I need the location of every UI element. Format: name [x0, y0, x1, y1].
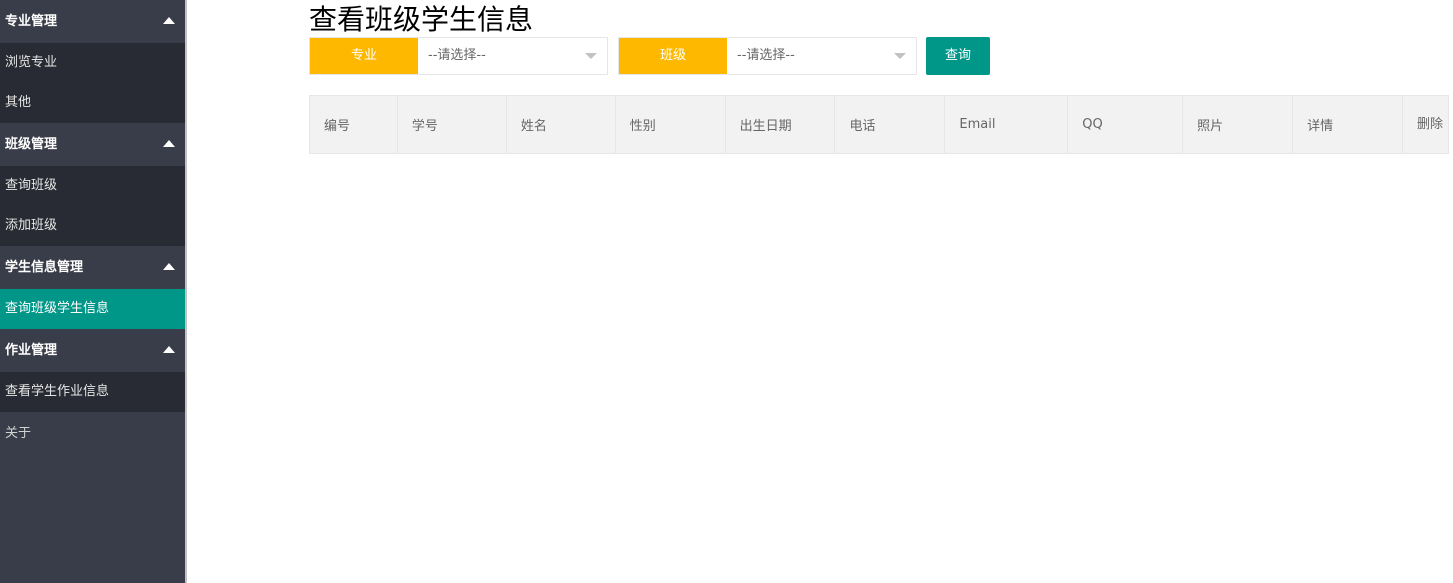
col-header-qq: QQ	[1067, 95, 1184, 154]
nav-group-class-label: 班级管理	[5, 137, 58, 152]
chevron-up-icon	[163, 140, 175, 147]
nav-group-major[interactable]: 专业管理	[0, 0, 185, 43]
sidebar-item-browse-major[interactable]: 浏览专业	[0, 43, 185, 83]
query-button[interactable]: 查询	[926, 37, 990, 75]
caret-down-icon	[894, 53, 906, 59]
nav-group-student-info-label: 学生信息管理	[5, 260, 84, 275]
chevron-up-icon	[163, 17, 175, 24]
major-filter: 专业 --请选择--	[309, 37, 608, 75]
sidebar-item-view-homework[interactable]: 查看学生作业信息	[0, 372, 185, 412]
sidebar: 专业管理 浏览专业 其他 班级管理 查询班级 添加班级 学生信息管理 查询班级学…	[0, 0, 187, 583]
class-select[interactable]: --请选择--	[727, 38, 916, 74]
sidebar-item-other[interactable]: 其他	[0, 83, 185, 123]
chevron-up-icon	[163, 346, 175, 353]
sidebar-item-query-class[interactable]: 查询班级	[0, 166, 185, 206]
caret-down-icon	[585, 53, 597, 59]
col-header-email: Email	[944, 95, 1069, 154]
nav-group-homework-label: 作业管理	[5, 343, 58, 358]
class-filter: 班级 --请选择--	[618, 37, 917, 75]
page-title: 查看班级学生信息	[309, 3, 534, 36]
col-header-phone: 电话	[834, 95, 946, 154]
col-header-photo: 照片	[1182, 95, 1294, 154]
sidebar-item-about[interactable]: 关于	[0, 412, 185, 456]
sidebar-item-add-class[interactable]: 添加班级	[0, 206, 185, 246]
nav-group-class[interactable]: 班级管理	[0, 123, 185, 166]
nav-group-major-label: 专业管理	[5, 14, 58, 29]
nav-group-homework[interactable]: 作业管理	[0, 329, 185, 372]
student-table: 编号 学号 姓名 性别 出生日期 电话 Email QQ 照片 详情 删除	[309, 95, 1450, 154]
col-header-name: 姓名	[505, 95, 616, 154]
class-select-value: --请选择--	[737, 48, 795, 63]
nav-group-student-info[interactable]: 学生信息管理	[0, 246, 185, 289]
class-label: 班级	[619, 38, 727, 74]
col-header-birthdate: 出生日期	[724, 95, 836, 154]
chevron-up-icon	[163, 263, 175, 270]
col-header-student-no: 学号	[396, 95, 507, 154]
col-header-id: 编号	[309, 95, 398, 154]
table-header-row: 编号 学号 姓名 性别 出生日期 电话 Email QQ 照片 详情 删除	[309, 95, 1450, 154]
major-select-value: --请选择--	[428, 48, 486, 63]
major-label: 专业	[310, 38, 418, 74]
major-select[interactable]: --请选择--	[418, 38, 607, 74]
col-header-details: 详情	[1292, 95, 1403, 154]
col-header-delete: 删除	[1401, 95, 1450, 154]
col-header-gender: 性别	[614, 95, 726, 154]
sidebar-item-query-class-students[interactable]: 查询班级学生信息	[0, 289, 185, 329]
